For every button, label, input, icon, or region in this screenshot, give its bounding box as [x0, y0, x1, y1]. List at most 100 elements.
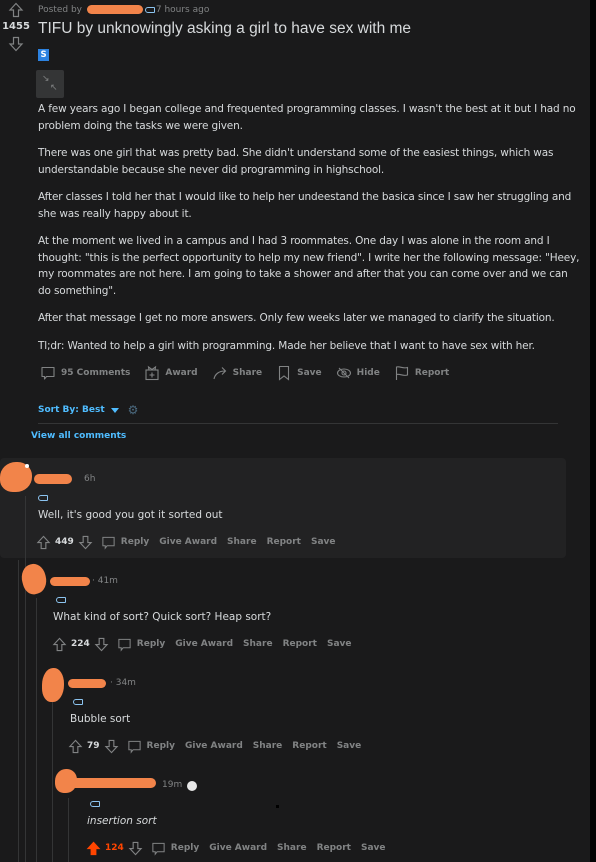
- award-button[interactable]: Award: [144, 365, 198, 381]
- thread-line[interactable]: [18, 560, 19, 862]
- upvote-icon[interactable]: [36, 535, 51, 550]
- avatar[interactable]: [18, 561, 50, 597]
- report-button[interactable]: Report: [394, 365, 449, 381]
- comments-button[interactable]: 95 Comments: [40, 365, 130, 381]
- post-body: A few years ago I began college and freq…: [38, 101, 583, 365]
- reply-button[interactable]: Reply: [151, 841, 199, 856]
- online-indicator: [25, 464, 29, 468]
- posted-by-label: Posted by: [38, 5, 82, 15]
- post-paragraph: At the moment we lived in a campus and I…: [38, 235, 580, 297]
- upvote-icon-active[interactable]: [86, 841, 101, 856]
- hide-button[interactable]: Hide: [336, 365, 380, 381]
- save-button[interactable]: Save: [361, 843, 386, 853]
- expand-button[interactable]: ↘ ↖: [36, 70, 64, 98]
- redacted-username[interactable]: [34, 474, 72, 484]
- downvote-icon[interactable]: [78, 535, 93, 550]
- report-button[interactable]: Report: [283, 639, 317, 649]
- award-icon[interactable]: [187, 781, 197, 791]
- redacted-username[interactable]: [50, 577, 90, 586]
- comment-text: Well, it's good you got it sorted out: [38, 509, 223, 521]
- arrow-in-icon: ↘: [42, 74, 50, 84]
- save-button[interactable]: Save: [327, 639, 352, 649]
- comment-icon: [127, 740, 141, 754]
- comment-text: insertion sort: [87, 815, 157, 827]
- give-award-button[interactable]: Give Award: [209, 843, 267, 853]
- post-title[interactable]: TIFU by unknowingly asking a girl to hav…: [38, 20, 411, 38]
- reply-label: Reply: [120, 537, 150, 547]
- save-button[interactable]: Save: [337, 741, 362, 751]
- thread-line[interactable]: [68, 798, 69, 862]
- reply-label: Reply: [146, 741, 175, 751]
- post-vote-column: 1455: [0, 2, 32, 52]
- share-button[interactable]: Share: [212, 365, 263, 381]
- post-paragraph: After that message I get no more answers…: [38, 312, 555, 324]
- comment-text: Bubble sort: [70, 713, 131, 725]
- reply-label: Reply: [136, 639, 166, 649]
- sort-label: Sort By: Best: [38, 405, 105, 415]
- comment-actions: 449 Reply Give Award Share Report Save: [36, 533, 336, 551]
- post-paragraph: After classes I told her that I would li…: [38, 191, 572, 220]
- share-button[interactable]: Share: [253, 741, 283, 751]
- share-button[interactable]: Share: [277, 843, 307, 853]
- post-flair[interactable]: S: [38, 49, 49, 61]
- view-all-comments-link[interactable]: View all comments: [31, 431, 126, 441]
- divider: [38, 423, 558, 424]
- arrow-out-icon: ↖: [50, 83, 58, 93]
- share-button[interactable]: Share: [227, 537, 257, 547]
- post-meta: Posted by 7 hours ago: [38, 4, 209, 16]
- tag-icon: [38, 495, 48, 501]
- bookmark-icon: [279, 365, 290, 381]
- hide-label: Hide: [356, 368, 380, 378]
- comment-time: 19m: [162, 780, 183, 790]
- reply-button[interactable]: Reply: [101, 535, 149, 550]
- reply-button[interactable]: Reply: [127, 739, 175, 754]
- thread-line[interactable]: [36, 598, 37, 862]
- give-award-button[interactable]: Give Award: [159, 537, 217, 547]
- gear-icon[interactable]: ⚙: [128, 404, 139, 416]
- share-icon: [213, 367, 226, 380]
- comment-icon: [102, 536, 115, 550]
- post-time: 7 hours ago: [155, 5, 210, 15]
- post-paragraph: Tl;dr: Wanted to help a girl with progra…: [38, 339, 535, 352]
- upvote-icon[interactable]: [8, 2, 24, 18]
- comment-time: · 41m: [92, 576, 118, 586]
- thread-line[interactable]: [52, 702, 53, 862]
- report-button[interactable]: Report: [317, 843, 351, 853]
- downvote-icon[interactable]: [8, 36, 24, 52]
- tag-icon: [90, 801, 100, 807]
- save-button[interactable]: Save: [276, 365, 322, 381]
- downvote-icon[interactable]: [94, 637, 109, 652]
- give-award-button[interactable]: Give Award: [185, 741, 243, 751]
- comment-text: What kind of sort? Quick sort? Heap sort…: [53, 611, 272, 623]
- save-button[interactable]: Save: [311, 537, 336, 547]
- comment-icon: [41, 366, 55, 380]
- upvote-icon[interactable]: [52, 637, 67, 652]
- sort-dropdown[interactable]: Sort By: Best ⚙: [38, 404, 139, 416]
- post-paragraph: There was one girl that was pretty bad. …: [38, 147, 554, 176]
- post-actions: 95 Comments Award Share Save Hide Report: [40, 363, 463, 383]
- report-button[interactable]: Report: [292, 741, 326, 751]
- comment-actions: 124 Reply Give Award Share Report Save: [86, 839, 386, 857]
- tag-icon: [144, 6, 155, 13]
- give-award-button[interactable]: Give Award: [175, 639, 233, 649]
- report-button[interactable]: Report: [267, 537, 301, 547]
- avatar[interactable]: [42, 668, 64, 702]
- redacted-username[interactable]: [86, 5, 143, 14]
- tag-icon: [56, 597, 66, 603]
- comment-time: · 34m: [110, 678, 136, 688]
- comment-score: 124: [105, 843, 124, 853]
- share-label: Share: [232, 368, 263, 378]
- reply-button[interactable]: Reply: [117, 637, 165, 652]
- scrollbar-track[interactable]: [590, 0, 596, 862]
- share-button[interactable]: Share: [243, 639, 273, 649]
- redacted-username[interactable]: [70, 778, 156, 788]
- upvote-icon[interactable]: [68, 739, 83, 754]
- thread-line[interactable]: [25, 496, 26, 862]
- comment-time: 6h: [84, 474, 96, 484]
- redacted-username[interactable]: [68, 679, 106, 688]
- downvote-icon[interactable]: [104, 739, 119, 754]
- comment-actions: 79 Reply Give Award Share Report Save: [68, 737, 361, 755]
- comment-score: 79: [87, 741, 100, 751]
- post-paragraph: A few years ago I began college and freq…: [38, 103, 576, 132]
- downvote-icon[interactable]: [128, 841, 143, 856]
